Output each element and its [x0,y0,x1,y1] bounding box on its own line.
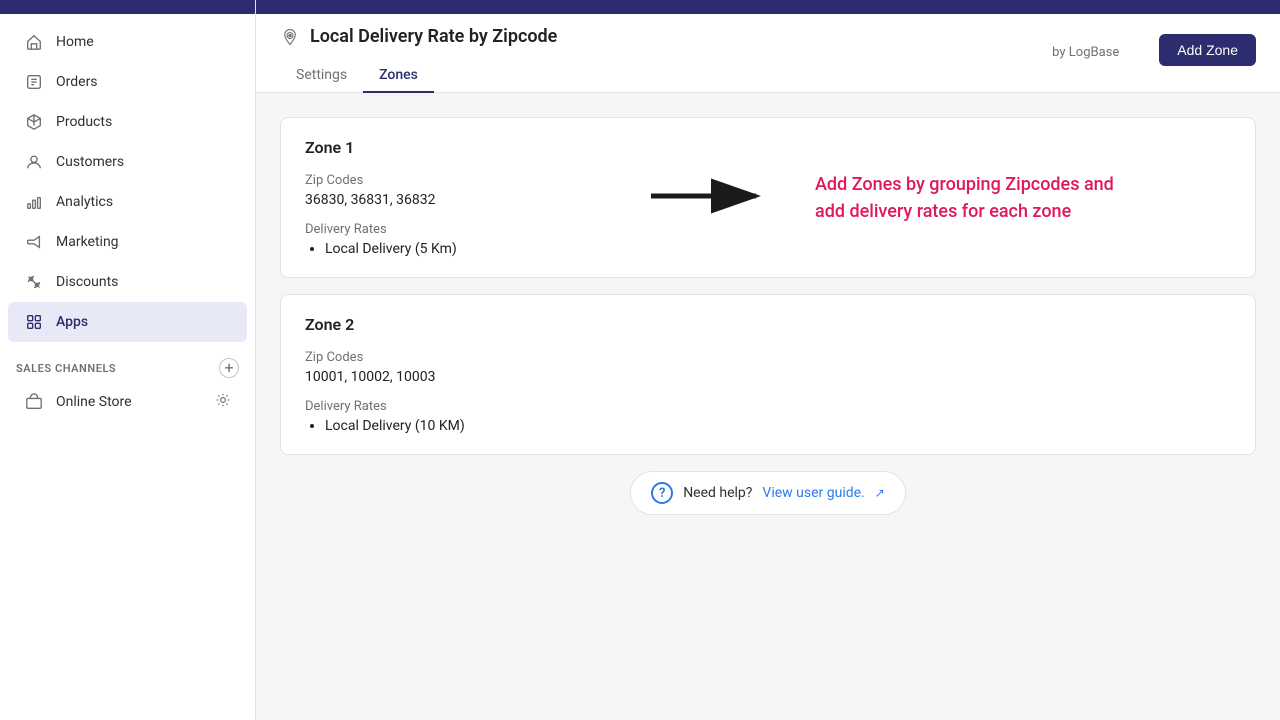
add-channel-button[interactable]: + [219,358,239,378]
help-pill: ? Need help? View user guide. ↗ [630,471,906,515]
analytics-icon [24,192,44,212]
sidebar-item-label: Apps [56,314,88,330]
sidebar-item-online-store[interactable]: Online Store [8,382,247,422]
discounts-icon [24,272,44,292]
sales-channels-label: SALES CHANNELS [16,362,116,375]
delivery-app-icon [280,27,300,47]
by-logbase-label: by LogBase [1052,41,1119,60]
sidebar-item-marketing[interactable]: Marketing [8,222,247,262]
sidebar-item-home[interactable]: Home [8,22,247,62]
main-top-bar [256,0,1280,14]
tabs: Settings Zones [280,59,557,92]
content-area: Zone 1 Zip Codes 36830, 36831, 36832 Del… [256,93,1280,720]
header-right: by LogBase Add Zone [1052,26,1256,74]
sidebar-item-label: Marketing [56,234,119,250]
zone-2-title: Zone 2 [305,315,1231,334]
marketing-icon [24,232,44,252]
sales-channels-section: SALES CHANNELS + [0,350,255,382]
sidebar-item-label: Customers [56,154,124,170]
help-icon: ? [651,482,673,504]
customers-icon [24,152,44,172]
arrow-decoration [651,176,771,220]
zone-2-card: Zone 2 Zip Codes 10001, 10002, 10003 Del… [280,294,1256,455]
online-store-icon [24,392,44,412]
zone-2-delivery-rates-label: Delivery Rates [305,399,1231,414]
tab-zones[interactable]: Zones [363,59,434,93]
page-header-left: Local Delivery Rate by Zipcode Settings … [280,26,557,92]
zone-2-zip-codes-label: Zip Codes [305,350,1231,365]
zone-1-delivery-item: Local Delivery (5 Km) [325,241,1231,257]
products-icon [24,112,44,132]
sidebar-item-analytics[interactable]: Analytics [8,182,247,222]
view-user-guide-link[interactable]: View user guide. [762,485,864,501]
sidebar-top-bar [0,0,255,14]
sidebar-item-discounts[interactable]: Discounts [8,262,247,302]
zone-2-zip-codes-value: 10001, 10002, 10003 [305,369,1231,385]
apps-icon [24,312,44,332]
help-text: Need help? [683,485,752,501]
settings-cog-icon[interactable] [215,392,231,412]
zone-1-delivery-list: Local Delivery (5 Km) [305,241,1231,257]
sidebar-item-label: Analytics [56,194,113,210]
home-icon [24,32,44,52]
help-bar: ? Need help? View user guide. ↗ [280,471,1256,515]
sidebar-item-products[interactable]: Products [8,102,247,142]
sidebar-item-label: Products [56,114,112,130]
zone-1-title: Zone 1 [305,138,1231,157]
page-title: Local Delivery Rate by Zipcode [310,26,557,47]
callout-text: Add Zones by grouping Zipcodes and add d… [815,171,1135,225]
sidebar-item-label: Home [56,34,94,50]
external-link-icon: ↗ [875,486,885,500]
tab-settings[interactable]: Settings [280,59,363,93]
sidebar-item-customers[interactable]: Customers [8,142,247,182]
page-header: Local Delivery Rate by Zipcode Settings … [256,14,1280,93]
sidebar-item-orders[interactable]: Orders [8,62,247,102]
orders-icon [24,72,44,92]
sidebar-item-apps[interactable]: Apps [8,302,247,342]
online-store-label: Online Store [56,394,132,410]
sidebar: Home Orders Products [0,0,256,720]
page-title-row: Local Delivery Rate by Zipcode [280,26,557,47]
add-zone-button[interactable]: Add Zone [1159,34,1256,66]
sidebar-item-label: Orders [56,74,98,90]
main-content: Local Delivery Rate by Zipcode Settings … [256,0,1280,720]
zone-2-delivery-item: Local Delivery (10 KM) [325,418,1231,434]
sidebar-navigation: Home Orders Products [0,14,255,430]
zone-1-card: Zone 1 Zip Codes 36830, 36831, 36832 Del… [280,117,1256,278]
zone-2-delivery-list: Local Delivery (10 KM) [305,418,1231,434]
sidebar-item-label: Discounts [56,274,118,290]
